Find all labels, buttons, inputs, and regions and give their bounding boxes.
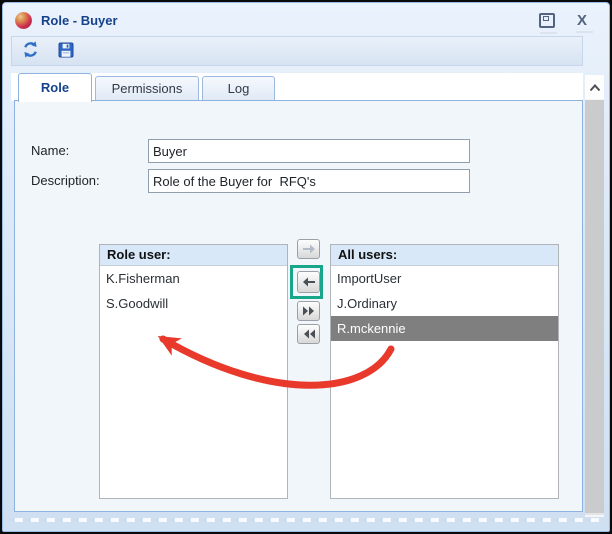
tab-role[interactable]: Role: [18, 73, 92, 102]
name-label: Name:: [31, 139, 69, 163]
name-input[interactable]: [148, 139, 470, 163]
tab-log[interactable]: Log: [202, 76, 275, 101]
list-item[interactable]: S.Goodwill: [100, 291, 287, 316]
list-item[interactable]: K.Fisherman: [100, 266, 287, 291]
double-arrow-left-icon: [302, 327, 316, 342]
description-label: Description:: [31, 169, 100, 193]
role-user-list-header: Role user:: [100, 245, 287, 266]
role-tab-panel: Name: Description: Role user: K.Fisherma…: [14, 100, 583, 512]
save-button[interactable]: [56, 41, 76, 61]
window-title: Role - Buyer: [41, 13, 118, 28]
toolbar: [11, 36, 583, 66]
all-users-list-header: All users:: [331, 245, 558, 266]
arrow-right-icon: [302, 242, 316, 257]
bottom-dashed-border: [7, 518, 599, 522]
tab-strip: Role Permissions Log: [11, 73, 583, 101]
dialog-window: Role - Buyer X: [2, 2, 610, 532]
move-right-button[interactable]: [297, 239, 320, 259]
all-users-list: All users: ImportUser J.Ordinary R.mcken…: [330, 244, 559, 499]
close-icon[interactable]: X: [577, 14, 587, 27]
scroll-up-button[interactable]: [585, 75, 604, 99]
list-item[interactable]: J.Ordinary: [331, 291, 558, 316]
window-titlebar: Role - Buyer X: [9, 7, 603, 33]
maximize-icon[interactable]: [539, 13, 555, 28]
arrow-left-icon: [302, 275, 316, 290]
move-all-right-button[interactable]: [297, 301, 320, 321]
role-user-list: Role user: K.Fisherman S.Goodwill: [99, 244, 288, 499]
save-icon: [58, 42, 74, 61]
list-item-selected[interactable]: R.mckennie: [331, 316, 558, 341]
app-logo-icon: [15, 12, 32, 29]
list-item[interactable]: ImportUser: [331, 266, 558, 291]
description-input[interactable]: [148, 169, 470, 193]
move-all-left-button[interactable]: [297, 324, 320, 344]
double-arrow-right-icon: [302, 304, 316, 319]
vertical-scrollbar: [585, 75, 604, 517]
chevron-up-icon: [589, 80, 601, 95]
refresh-button[interactable]: [20, 41, 40, 61]
tab-permissions[interactable]: Permissions: [95, 76, 199, 101]
refresh-icon: [22, 41, 39, 61]
scrollbar-thumb[interactable]: [585, 100, 604, 515]
move-left-button[interactable]: [297, 271, 320, 293]
